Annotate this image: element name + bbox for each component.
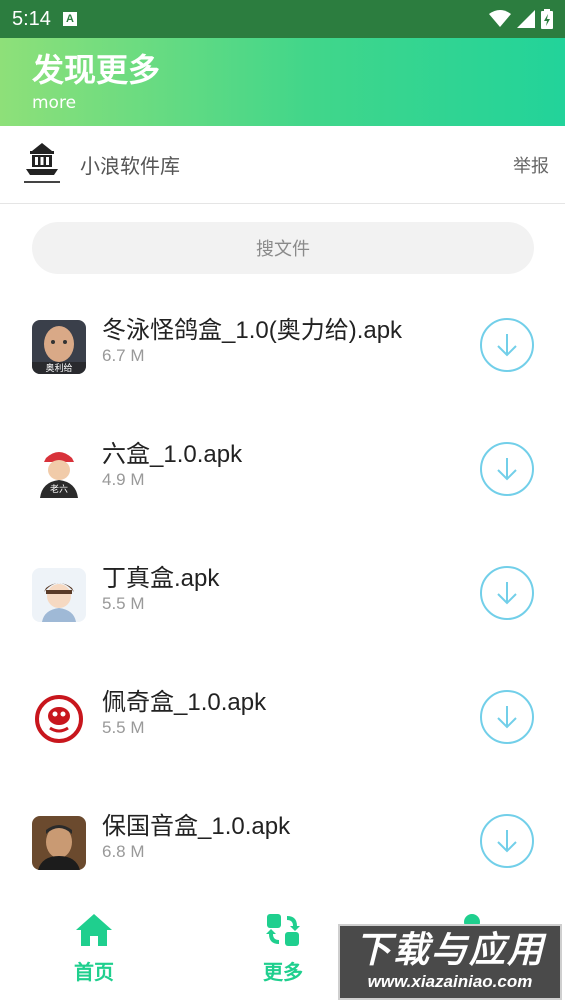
download-button[interactable] xyxy=(480,442,534,496)
home-icon xyxy=(76,914,112,946)
download-arrow-icon xyxy=(497,830,517,853)
library-logo-icon xyxy=(24,142,60,183)
download-arrow-icon xyxy=(497,582,517,605)
wifi-icon xyxy=(489,10,511,27)
nav-label-home: 首页 xyxy=(74,960,114,984)
file-thumbnail xyxy=(32,816,86,870)
file-item[interactable]: 保国音盒_1.0.apk 6.8 M xyxy=(0,788,565,912)
file-item[interactable]: 丁真盒.apk 5.5 M xyxy=(0,540,565,664)
download-arrow-icon xyxy=(497,706,517,729)
file-thumbnail: 老六 xyxy=(32,444,86,498)
thumb-caption: 老六 xyxy=(50,483,68,495)
thumb-caption: 奥利给 xyxy=(45,362,72,374)
apps-refresh-icon xyxy=(266,914,300,946)
file-item[interactable]: 奥利给 冬泳怪鸽盒_1.0(奥力给).apk 6.7 M xyxy=(0,292,565,416)
battery-icon xyxy=(541,9,553,29)
file-name: 佩奇盒_1.0.apk xyxy=(102,689,267,716)
file-size: 5.5 M xyxy=(102,718,145,737)
status-time: 5:14 xyxy=(12,7,51,30)
download-button[interactable] xyxy=(480,690,534,744)
page-title: 发现更多 xyxy=(32,51,161,89)
nav-item-home[interactable]: 首页 xyxy=(34,912,154,996)
page-header: 发现更多 more xyxy=(0,38,565,126)
file-item[interactable]: 老六 六盒_1.0.apk 4.9 M xyxy=(0,416,565,540)
page-subtitle: more xyxy=(32,93,77,113)
signal-icon xyxy=(517,10,535,28)
download-button[interactable] xyxy=(480,566,534,620)
notification-a-icon: A xyxy=(62,12,77,26)
file-name: 六盒_1.0.apk xyxy=(102,441,243,468)
download-arrow-icon xyxy=(497,334,517,357)
file-size: 5.5 M xyxy=(102,594,145,613)
file-thumbnail: 奥利给 xyxy=(32,320,86,374)
file-name: 保国音盒_1.0.apk xyxy=(102,813,291,840)
watermark-title: 下载与应用 xyxy=(354,930,545,971)
nav-item-more[interactable]: 更多 xyxy=(223,912,343,996)
file-thumbnail xyxy=(32,568,86,622)
status-bar: 5:14 A xyxy=(0,0,565,38)
nav-label-more: 更多 xyxy=(263,960,303,984)
report-button[interactable]: 举报 xyxy=(513,152,549,178)
file-size: 4.9 M xyxy=(102,470,145,489)
download-button[interactable] xyxy=(480,318,534,372)
source-name[interactable]: 小浪软件库 xyxy=(80,150,180,179)
file-name: 丁真盒.apk xyxy=(102,565,220,592)
file-item[interactable]: 佩奇盒_1.0.apk 5.5 M xyxy=(0,664,565,788)
watermark-logo: 下载与应用 www.xiazainiao.com xyxy=(338,924,562,1000)
search-input[interactable]: 搜文件 xyxy=(32,222,534,274)
watermark-url: www.xiazainiao.com xyxy=(367,972,533,991)
download-button[interactable] xyxy=(480,814,534,868)
file-size: 6.8 M xyxy=(102,842,145,861)
download-arrow-icon xyxy=(497,458,517,481)
file-thumbnail xyxy=(32,692,86,746)
file-size: 6.7 M xyxy=(102,346,145,365)
file-name: 冬泳怪鸽盒_1.0(奥力给).apk xyxy=(102,317,403,344)
search-placeholder: 搜文件 xyxy=(256,239,310,260)
source-row: 小浪软件库 举报 xyxy=(0,126,565,204)
